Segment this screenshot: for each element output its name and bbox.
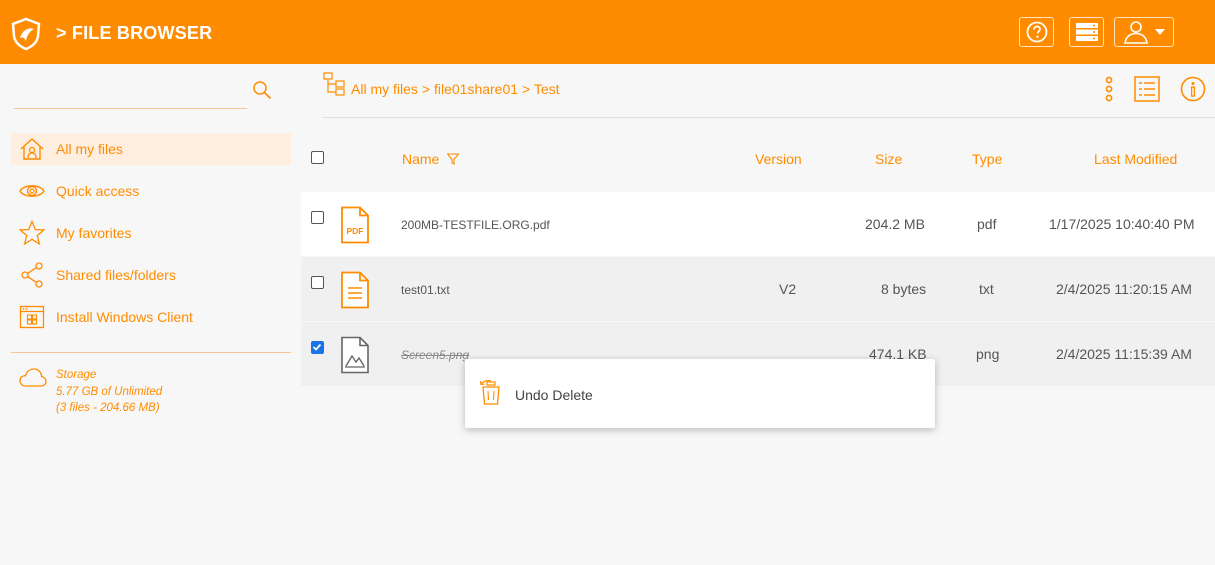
breadcrumb-folder[interactable]: > Test	[522, 81, 560, 97]
column-header-last-modified[interactable]: Last Modified	[1094, 151, 1177, 167]
text-file-icon	[338, 271, 372, 309]
storage-info: Storage 5.77 GB of Unlimited (3 files - …	[56, 367, 162, 417]
file-modified: 1/17/2025 10:40:40 PM	[1049, 216, 1195, 232]
storage-usage: 5.77 GB of Unlimited	[56, 385, 163, 398]
file-name[interactable]: Screen5.png	[401, 348, 469, 362]
sidebar-item-label: All my files	[56, 141, 123, 157]
row-checkbox[interactable]	[311, 341, 324, 354]
undo-delete-label: Undo Delete	[515, 387, 593, 403]
sidebar-item-shared-files[interactable]: Shared files/folders	[11, 259, 291, 291]
list-view-icon[interactable]	[1133, 75, 1161, 103]
sidebar-item-label: My favorites	[56, 225, 132, 241]
sidebar-item-label: Install Windows Client	[56, 309, 193, 325]
sidebar-item-install-windows-client[interactable]: Install Windows Client	[11, 301, 291, 333]
select-all-checkbox[interactable]	[311, 151, 324, 164]
info-icon[interactable]	[1179, 75, 1207, 103]
sidebar-item-my-favorites[interactable]: My favorites	[11, 217, 291, 249]
sidebar-item-label: Quick access	[56, 183, 140, 199]
eye-icon	[19, 178, 45, 204]
more-options-icon[interactable]	[1095, 75, 1123, 103]
pdf-file-icon: PDF	[338, 206, 372, 244]
breadcrumb-share[interactable]: > file01share01	[422, 81, 518, 97]
folder-tree-icon[interactable]	[323, 72, 345, 96]
filter-icon[interactable]	[446, 153, 460, 165]
undo-delete-menu-item[interactable]: Undo Delete	[465, 359, 935, 428]
app-title: > FILE BROWSER	[56, 23, 213, 43]
file-size: 8 bytes	[881, 281, 927, 297]
breadcrumb: All my files > file01share01 > Test	[351, 81, 564, 97]
help-button[interactable]	[1019, 17, 1054, 47]
search-input[interactable]	[14, 78, 247, 106]
file-size: 204.2 MB	[865, 216, 925, 232]
svg-text:PDF: PDF	[347, 226, 364, 236]
home-icon	[19, 136, 45, 162]
file-type: png	[976, 346, 1000, 362]
share-icon	[19, 262, 45, 288]
sidebar: All my files Quick access My favorites S…	[0, 64, 302, 565]
row-checkbox[interactable]	[311, 276, 324, 289]
checkmark-icon	[312, 343, 322, 351]
search-icon[interactable]	[252, 80, 272, 100]
toolbar-divider	[322, 117, 1215, 118]
sidebar-item-all-my-files[interactable]: All my files	[11, 133, 291, 165]
shield-logo-icon[interactable]	[10, 17, 42, 51]
file-modified: 2/4/2025 11:15:39 AM	[1056, 346, 1192, 362]
file-type: txt	[979, 281, 994, 297]
app-header: > FILE BROWSER	[0, 0, 1215, 64]
column-header-name[interactable]: Name	[402, 151, 460, 167]
file-type: pdf	[977, 216, 997, 232]
sidebar-divider	[11, 352, 291, 353]
column-name-label: Name	[402, 151, 440, 167]
file-modified: 2/4/2025 11:20:15 AM	[1056, 281, 1192, 297]
context-menu: Undo Delete	[465, 359, 935, 428]
server-icon	[1075, 23, 1098, 41]
caret-down-icon	[1154, 29, 1165, 35]
search-underline	[14, 108, 247, 109]
file-name[interactable]: test01.txt	[401, 283, 450, 297]
star-icon	[19, 220, 45, 246]
cloud-icon	[19, 367, 47, 389]
row-checkbox[interactable]	[311, 211, 324, 224]
sidebar-item-quick-access[interactable]: Quick access	[11, 175, 291, 207]
sidebar-item-label: Shared files/folders	[56, 267, 176, 283]
help-icon	[1026, 21, 1047, 43]
user-menu-button[interactable]	[1114, 17, 1174, 47]
storage-summary: (3 files - 204.66 MB)	[56, 402, 160, 414]
breadcrumb-root[interactable]: All my files	[351, 81, 418, 97]
file-version: V2	[779, 281, 797, 297]
file-name[interactable]: 200MB-TESTFILE.ORG.pdf	[401, 218, 550, 232]
user-icon	[1123, 21, 1148, 44]
column-header-type[interactable]: Type	[972, 151, 1002, 167]
undo-delete-icon	[479, 379, 502, 405]
column-header-version[interactable]: Version	[755, 151, 802, 167]
storage-title: Storage	[56, 369, 97, 381]
image-file-icon	[338, 336, 372, 374]
column-header-size[interactable]: Size	[875, 151, 902, 167]
windows-client-icon	[19, 304, 45, 330]
server-button[interactable]	[1069, 17, 1104, 47]
